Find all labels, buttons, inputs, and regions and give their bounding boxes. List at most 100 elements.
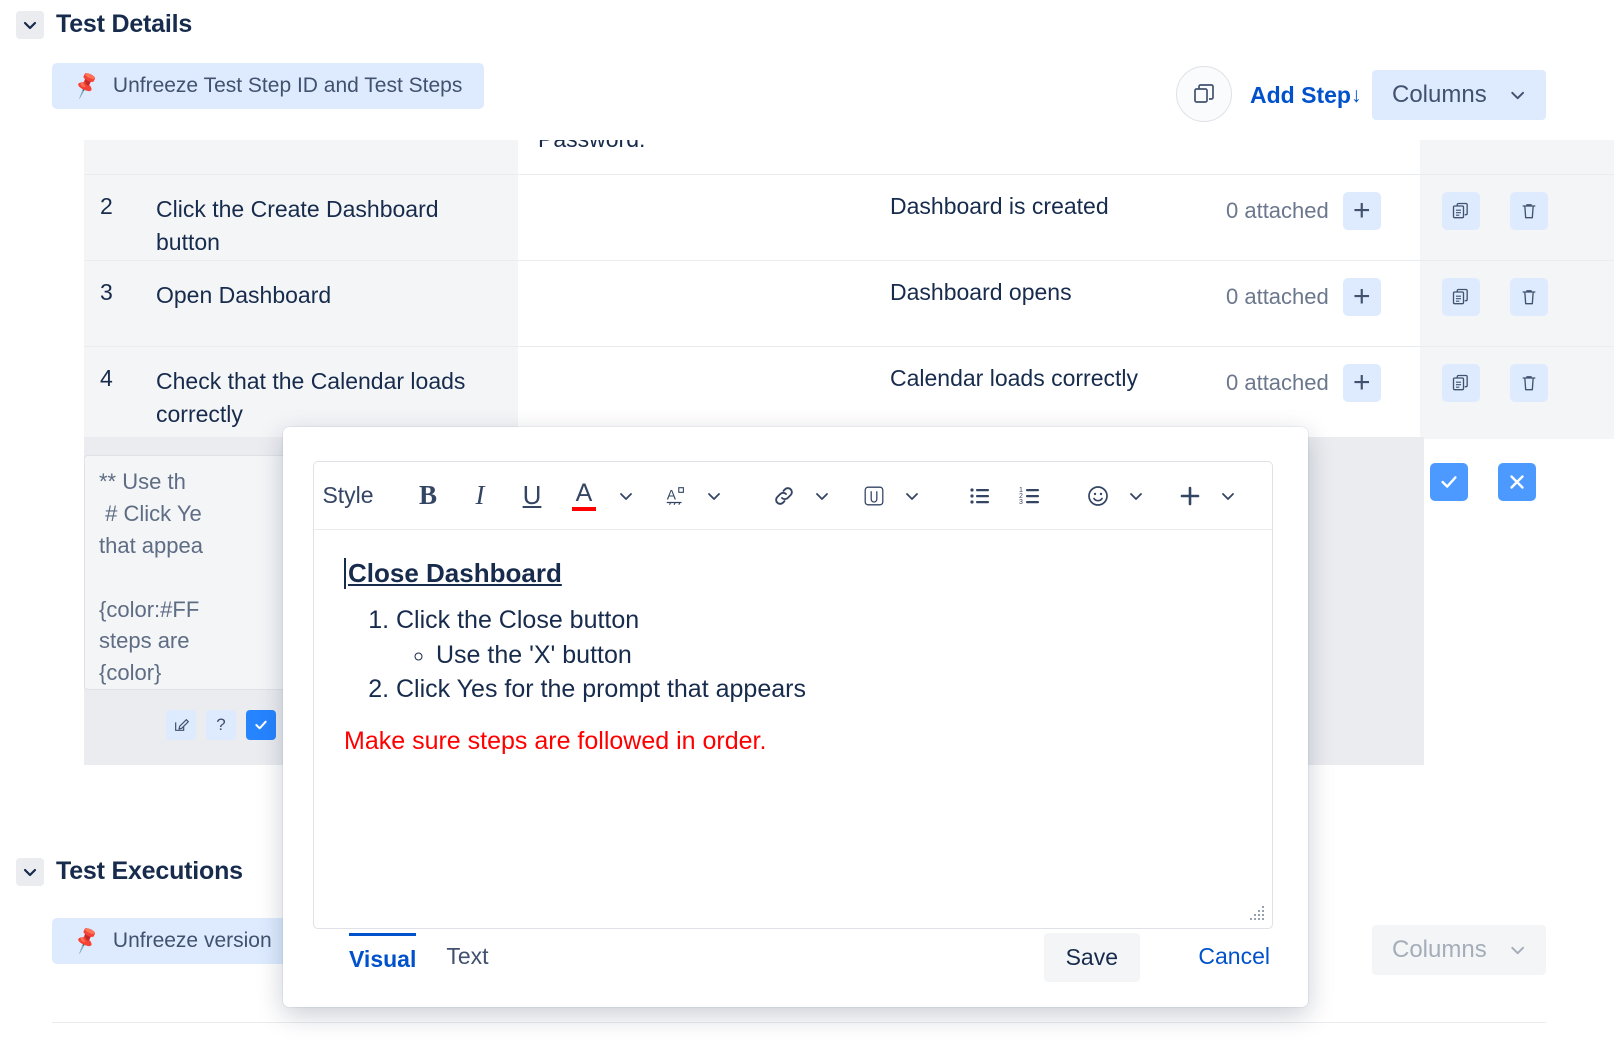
emoji-dropdown[interactable] (1118, 474, 1154, 518)
editor-heading: Close Dashboard (344, 558, 562, 589)
editor-sub-list: Use the 'X' button (406, 638, 1242, 673)
test-details-title: Test Details (56, 10, 192, 39)
italic-label: I (476, 480, 485, 511)
step-data-cell[interactable] (518, 175, 890, 260)
copy-icon (1451, 201, 1471, 221)
step-data-cell[interactable] (518, 347, 890, 439)
chevron-down-icon (706, 488, 722, 504)
columns-label-top: Columns (1392, 81, 1487, 109)
link-button[interactable] (766, 474, 802, 518)
highlight-color-button[interactable]: A (658, 474, 694, 518)
highlight-icon: A (664, 483, 688, 509)
add-step-button[interactable]: Add Step ↓ (1250, 82, 1361, 109)
insert-dropdown[interactable] (1210, 474, 1246, 518)
delete-step-button[interactable] (1510, 192, 1548, 230)
step-tools-cell (1420, 140, 1614, 174)
step-tools-cell (1420, 261, 1614, 346)
step-attachments-cell: 0 attached + (1226, 347, 1420, 439)
step-action-text: Check that the Calendar loads correctly (156, 347, 518, 432)
table-row: 3 Open Dashboard Dashboard opens 0 attac… (84, 261, 1614, 346)
list-item: Click the Close button Use the 'X' butto… (396, 603, 1242, 672)
add-attachment-button[interactable]: + (1343, 364, 1381, 402)
step-expected-cell[interactable]: Dashboard opens (890, 261, 1226, 346)
numbered-list-button[interactable]: 1 2 3 (1012, 474, 1048, 518)
add-step-label: Add Step (1250, 82, 1351, 109)
columns-dropdown-bottom[interactable]: Columns (1372, 925, 1546, 975)
unfreeze-version-label: Unfreeze version (113, 929, 272, 953)
close-icon (1506, 471, 1528, 493)
test-executions-collapse-toggle[interactable] (16, 858, 44, 886)
help-icon[interactable]: ? (206, 710, 236, 740)
editor-content-area[interactable]: Close Dashboard Click the Close button U… (314, 530, 1272, 756)
edit-icon (173, 717, 189, 733)
step-expected-cell[interactable]: Calendar loads correctly (890, 347, 1226, 439)
add-attachment-button[interactable]: + (1343, 192, 1381, 230)
trash-icon (1519, 201, 1539, 221)
unfreeze-test-steps-label: Unfreeze Test Step ID and Test Steps (113, 74, 462, 98)
confirm-check-icon[interactable] (246, 710, 276, 740)
insert-button[interactable] (1172, 474, 1208, 518)
step-number: 4 (84, 347, 156, 392)
delete-step-button[interactable] (1510, 278, 1548, 316)
step-data-cell[interactable] (518, 261, 890, 346)
pin-icon: 📌 (71, 72, 101, 99)
unfreeze-test-steps-button[interactable]: 📌 Unfreeze Test Step ID and Test Steps (52, 63, 484, 109)
step-action-text: Open Dashboard (156, 261, 518, 312)
link-dropdown[interactable] (804, 474, 840, 518)
text-color-label: A (576, 481, 593, 506)
step-expected-cell[interactable]: Dashboard is created (890, 175, 1226, 260)
step-number-cell: 3 (84, 261, 156, 346)
emoji-button[interactable] (1080, 474, 1116, 518)
text-color-swatch (572, 507, 596, 511)
add-step-arrow-icon: ↓ (1351, 84, 1362, 108)
style-dropdown[interactable]: Style (334, 474, 370, 518)
edit-icon[interactable] (166, 710, 196, 740)
test-details-collapse-toggle[interactable] (16, 11, 44, 39)
inline-save-button[interactable] (1430, 463, 1468, 501)
text-color-button[interactable]: A (566, 474, 602, 518)
clone-step-button[interactable] (1442, 364, 1480, 402)
save-button[interactable]: Save (1044, 933, 1140, 982)
inline-cancel-button[interactable] (1498, 463, 1536, 501)
italic-button[interactable]: I (462, 474, 498, 518)
attach-button[interactable] (856, 474, 892, 518)
step-tools-cell (1420, 175, 1614, 260)
underline-button[interactable]: U (514, 474, 550, 518)
clone-step-button[interactable] (1442, 192, 1480, 230)
editor-ordered-list: Click the Close button Use the 'X' butto… (372, 603, 1242, 707)
list-item: Click Yes for the prompt that appears (396, 672, 1242, 707)
attach-dropdown[interactable] (894, 474, 930, 518)
smiley-icon (1086, 482, 1110, 510)
test-executions-section-header: Test Executions (16, 857, 243, 886)
clone-test-steps-button[interactable] (1176, 66, 1232, 122)
clone-step-button[interactable] (1442, 278, 1480, 316)
bullet-list-button[interactable] (962, 474, 998, 518)
bold-button[interactable]: B (410, 474, 446, 518)
bullet-list-icon (968, 483, 992, 509)
cancel-button[interactable]: Cancel (1198, 943, 1270, 970)
delete-step-button[interactable] (1510, 364, 1548, 402)
list-item-text: Click the Close button (396, 606, 639, 634)
step-action-cell[interactable]: Open Dashboard (156, 261, 518, 346)
underline-label: U (523, 480, 542, 511)
tab-text[interactable]: Text (446, 933, 488, 970)
columns-dropdown-top[interactable]: Columns (1372, 70, 1546, 120)
step-expected-cell (890, 140, 1226, 174)
text-color-dropdown[interactable] (608, 474, 644, 518)
chevron-down-icon (22, 864, 38, 880)
step-tools-cell (1420, 347, 1614, 439)
add-attachment-button[interactable]: + (1343, 278, 1381, 316)
highlight-color-dropdown[interactable] (696, 474, 732, 518)
clipped-password-text: Password: (538, 140, 890, 153)
attachment-count: 0 attached (1226, 370, 1329, 396)
resize-grip-icon[interactable] (1250, 906, 1266, 922)
bold-label: B (419, 480, 437, 511)
editor-toolbar: Style B I U A (314, 462, 1272, 530)
tab-visual[interactable]: Visual (349, 933, 416, 973)
paperclip-icon (862, 481, 886, 511)
step-action-cell (156, 140, 518, 174)
editor-mode-tabs: Visual Text (349, 933, 489, 973)
step-action-cell[interactable]: Click the Create Dashboard button (156, 175, 518, 260)
step-action-cell[interactable]: Check that the Calendar loads correctly (156, 347, 518, 439)
chevron-down-icon (904, 488, 920, 504)
